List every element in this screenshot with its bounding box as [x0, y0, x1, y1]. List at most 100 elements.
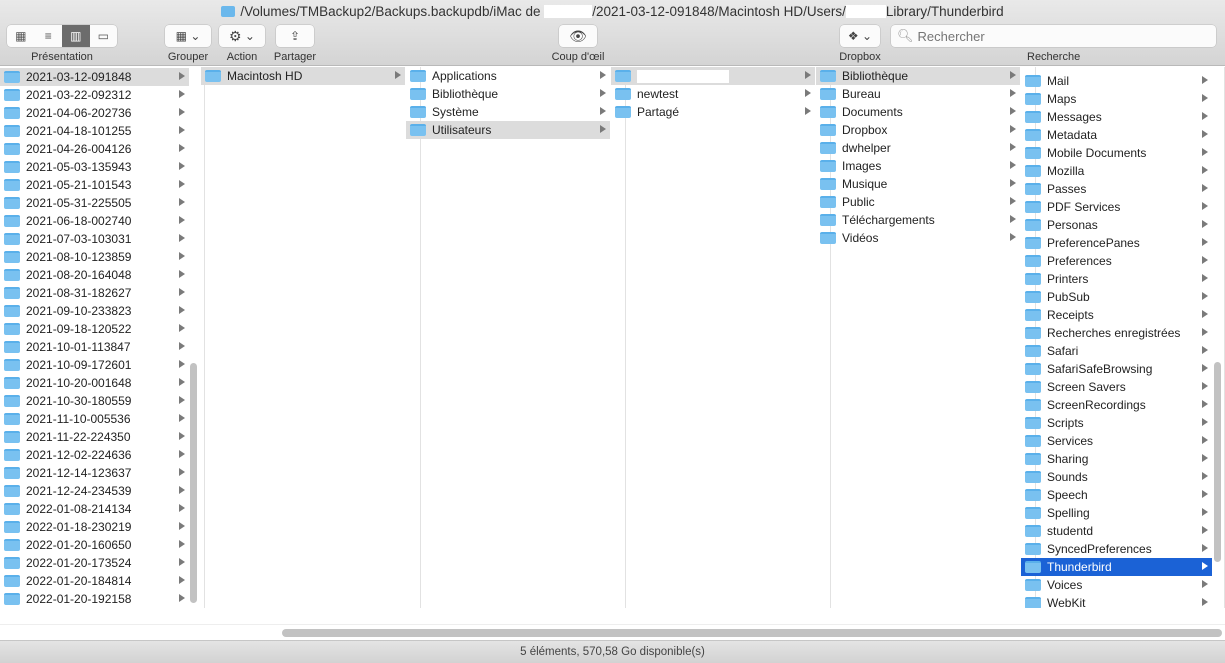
list-item[interactable]: 2021-09-10-233823 — [0, 302, 189, 320]
list-item[interactable]: 2021-11-22-224350 — [0, 428, 189, 446]
list-item[interactable]: Vidéos — [816, 229, 1020, 247]
list-item[interactable]: Maps — [1021, 90, 1212, 108]
list-item[interactable]: Images — [816, 157, 1020, 175]
list-item[interactable]: Utilisateurs — [406, 121, 610, 139]
list-item[interactable]: Système — [406, 103, 610, 121]
list-item[interactable]: SyncedPreferences — [1021, 540, 1212, 558]
list-item[interactable]: Voices — [1021, 576, 1212, 594]
list-item[interactable]: ScreenRecordings — [1021, 396, 1212, 414]
column-view-icon[interactable]: ▥ — [62, 25, 90, 47]
list-item[interactable]: Bibliothèque — [406, 85, 610, 103]
list-item[interactable]: Scripts — [1021, 414, 1212, 432]
list-item[interactable]: 2022-01-20-160650 — [0, 536, 189, 554]
list-view-icon[interactable]: ≡ — [35, 25, 63, 47]
list-item[interactable]: 2021-04-06-202736 — [0, 104, 189, 122]
list-item[interactable]: Bureau — [816, 85, 1020, 103]
list-item[interactable]: Screen Savers — [1021, 378, 1212, 396]
list-item[interactable]: 2022-01-20-173524 — [0, 554, 189, 572]
list-item[interactable]: 2021-09-18-120522 — [0, 320, 189, 338]
list-item[interactable]: 2021-10-01-113847 — [0, 338, 189, 356]
list-item[interactable]: Macintosh HD — [201, 67, 405, 85]
share-button[interactable]: ⇪ — [276, 25, 314, 47]
column-browser: 2021-03-12-091848 2021-03-22-092312 2021-0… — [0, 67, 1225, 624]
list-item[interactable]: Bibliothèque — [816, 67, 1020, 85]
list-item[interactable]: 2022-01-20-184814 — [0, 572, 189, 590]
list-item[interactable]: 2021-12-02-224636 — [0, 446, 189, 464]
list-item[interactable]: 2021-12-14-123637 — [0, 464, 189, 482]
vertical-scrollbar[interactable] — [190, 363, 197, 603]
list-item[interactable]: 2021-10-20-001648 — [0, 374, 189, 392]
list-item[interactable]: Receipts — [1021, 306, 1212, 324]
list-item[interactable]: 2021-08-10-123859 — [0, 248, 189, 266]
list-item[interactable]: 2021-07-03-103031 — [0, 230, 189, 248]
list-item[interactable]: 2021-04-26-004126 — [0, 140, 189, 158]
list-item[interactable]: 2022-01-18-230219 — [0, 518, 189, 536]
folder-icon — [4, 557, 20, 569]
list-item[interactable]: 2021-05-03-135943 — [0, 158, 189, 176]
list-item[interactable]: Documents — [816, 103, 1020, 121]
list-item[interactable]: 2021-06-18-002740 — [0, 212, 189, 230]
quicklook-button[interactable]: 👁 — [559, 25, 597, 47]
list-item[interactable]: Mobile Documents — [1021, 144, 1212, 162]
chevron-right-icon — [179, 126, 185, 134]
list-item[interactable]: Speech — [1021, 486, 1212, 504]
list-item[interactable]: 2021-03-12-091848 — [0, 68, 189, 86]
list-item[interactable]: Personas — [1021, 216, 1212, 234]
list-item[interactable]: Mozilla — [1021, 162, 1212, 180]
list-item[interactable]: 2021-12-24-234539 — [0, 482, 189, 500]
list-item[interactable]: Thunderbird — [1021, 558, 1212, 576]
list-item[interactable]: Applications — [406, 67, 610, 85]
dropbox-button[interactable]: ❖ ⌄ — [840, 25, 880, 47]
list-item[interactable]: 2021-05-31-225505 — [0, 194, 189, 212]
list-item[interactable]: Partagé — [611, 103, 815, 121]
list-item[interactable]: SafariSafeBrowsing — [1021, 360, 1212, 378]
list-item[interactable]: Safari — [1021, 342, 1212, 360]
list-item[interactable]: 2022-01-08-214134 — [0, 500, 189, 518]
list-item[interactable] — [611, 67, 815, 85]
list-item[interactable]: Messages — [1021, 108, 1212, 126]
list-item[interactable]: Passes — [1021, 180, 1212, 198]
list-item[interactable]: 2021-11-10-005536 — [0, 410, 189, 428]
list-item[interactable]: Recherches enregistrées — [1021, 324, 1212, 342]
list-item[interactable]: Spelling — [1021, 504, 1212, 522]
folder-icon — [1025, 381, 1041, 393]
list-item[interactable]: 2021-10-30-180559 — [0, 392, 189, 410]
group-icon: ▦ — [175, 29, 187, 43]
list-item[interactable]: dwhelper — [816, 139, 1020, 157]
list-item[interactable]: studentd — [1021, 522, 1212, 540]
list-item[interactable]: 2021-05-21-101543 — [0, 176, 189, 194]
scrollbar-thumb[interactable] — [282, 629, 1222, 637]
gallery-view-icon[interactable]: ▭ — [90, 25, 118, 47]
icon-view-icon[interactable]: ▦ — [7, 25, 35, 47]
list-item[interactable]: 2021-08-20-164048 — [0, 266, 189, 284]
list-item[interactable]: Printers — [1021, 270, 1212, 288]
list-item[interactable]: 2021-08-31-182627 — [0, 284, 189, 302]
list-item[interactable]: Public — [816, 193, 1020, 211]
list-item[interactable]: Services — [1021, 432, 1212, 450]
horizontal-scrollbar[interactable] — [0, 624, 1225, 640]
list-item[interactable]: Musique — [816, 175, 1020, 193]
search-input[interactable] — [917, 28, 1208, 44]
list-item[interactable]: PubSub — [1021, 288, 1212, 306]
item-name: PubSub — [1047, 290, 1090, 304]
list-item[interactable]: 2021-10-09-172601 — [0, 356, 189, 374]
list-item[interactable]: Preferences — [1021, 252, 1212, 270]
list-item[interactable]: newtest — [611, 85, 815, 103]
list-item[interactable]: 2021-04-18-101255 — [0, 122, 189, 140]
search-field[interactable]: 🔍︎ — [891, 25, 1216, 47]
list-item[interactable]: PreferencePanes — [1021, 234, 1212, 252]
list-item[interactable]: Téléchargements — [816, 211, 1020, 229]
group-button[interactable]: ▦ ⌄ — [165, 25, 211, 47]
list-item[interactable]: Metadata — [1021, 126, 1212, 144]
list-item[interactable]: Dropbox — [816, 121, 1020, 139]
list-item[interactable]: 2022-01-20-192158 — [0, 590, 189, 608]
list-item[interactable]: Mail — [1021, 72, 1212, 90]
vertical-scrollbar[interactable] — [1214, 362, 1221, 562]
list-item[interactable]: PDF Services — [1021, 198, 1212, 216]
list-item[interactable]: Sharing — [1021, 450, 1212, 468]
list-item[interactable]: WebKit — [1021, 594, 1212, 608]
list-item[interactable]: 2021-03-22-092312 — [0, 86, 189, 104]
view-mode-control[interactable]: ▦ ≡ ▥ ▭ — [7, 25, 117, 47]
list-item[interactable]: Sounds — [1021, 468, 1212, 486]
action-button[interactable]: ⚙ ⌄ — [219, 25, 265, 47]
